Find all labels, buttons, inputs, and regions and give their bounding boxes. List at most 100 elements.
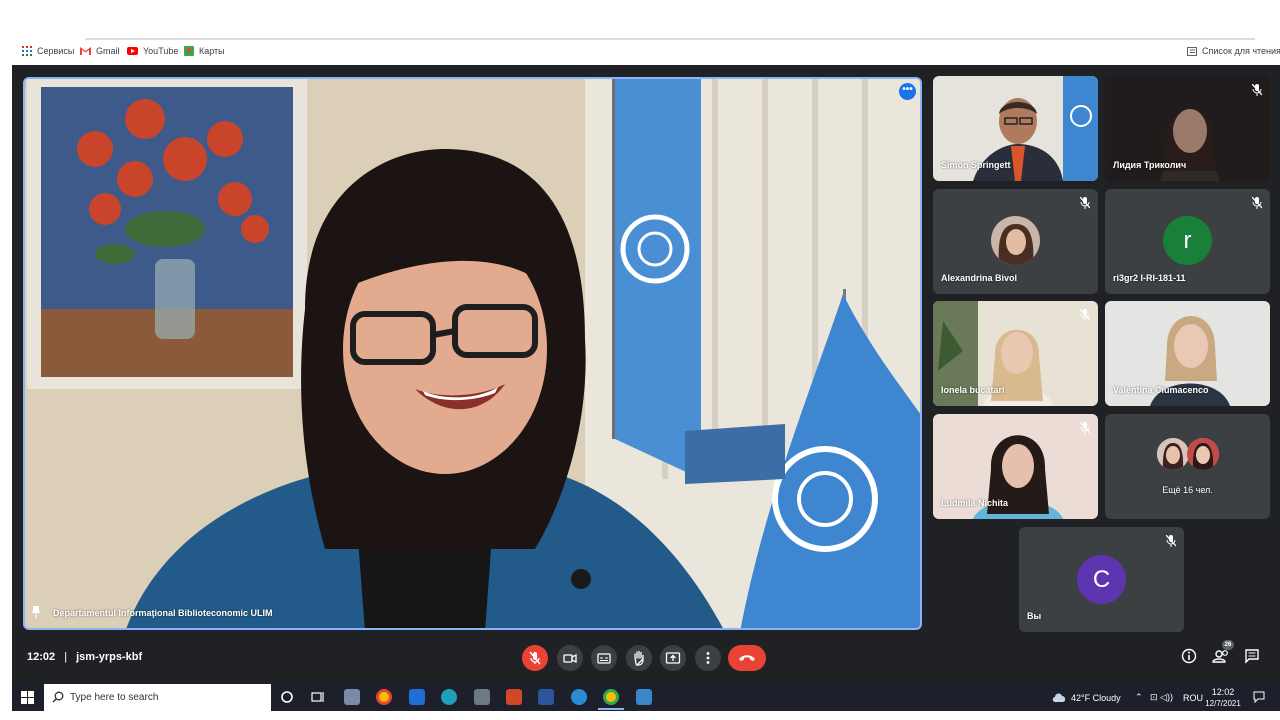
- speaker-video: [25, 79, 920, 628]
- chrome-window-icon[interactable]: [603, 689, 619, 705]
- reading-list-button[interactable]: Список для чтения: [1187, 46, 1280, 56]
- pin-icon: [31, 606, 41, 618]
- clock-time[interactable]: 12:02: [1208, 687, 1238, 697]
- more-options-button[interactable]: •••: [899, 83, 916, 100]
- mic-off-icon: [1166, 535, 1176, 547]
- participant-name: Ludmila Nichita: [941, 498, 1009, 508]
- avatar-letter: C: [1077, 555, 1126, 604]
- reading-list-icon: [1187, 46, 1197, 56]
- participant-tile-valentina-ciumacenco[interactable]: Valentina Ciumacenco: [1105, 301, 1270, 406]
- participant-name: Ionela bucatari: [941, 385, 1005, 395]
- powerpoint-icon[interactable]: [506, 689, 522, 705]
- avatar-photo: [1157, 438, 1189, 470]
- mic-off-icon: [1252, 197, 1262, 209]
- self-tile[interactable]: C Вы: [1019, 527, 1184, 632]
- bookmark-label: Сервисы: [37, 46, 75, 56]
- calendar-app-icon[interactable]: [409, 689, 425, 705]
- mic-off-icon: [1252, 84, 1262, 96]
- clock-date[interactable]: 12/7/2021: [1202, 699, 1244, 708]
- bookmark-label: YouTube: [143, 46, 179, 56]
- search-placeholder: Type here to search: [70, 692, 159, 703]
- address-bar-edge: [85, 38, 1255, 40]
- avatar: [1157, 438, 1189, 470]
- participant-count-badge: 26: [1222, 640, 1234, 650]
- bookmark-services[interactable]: Сервисы: [22, 46, 74, 56]
- network-speaker-icons[interactable]: ⊡ ◁)): [1150, 692, 1173, 703]
- raise-hand-button[interactable]: [626, 645, 652, 671]
- participant-tile-ri3gr2[interactable]: r ri3gr2 I-RI-181-11: [1105, 189, 1270, 294]
- chrome-icon[interactable]: [376, 689, 392, 705]
- avatar-photo: [1187, 438, 1219, 470]
- active-app-indicator: [598, 708, 624, 710]
- participant-name: Вы: [1027, 611, 1042, 621]
- reading-list-label: Список для чтения: [1202, 46, 1280, 56]
- present-screen-button[interactable]: [660, 645, 686, 671]
- show-hidden-icons[interactable]: ⌃: [1135, 692, 1143, 703]
- app-icon-paint[interactable]: [344, 689, 360, 705]
- bookmark-youtube[interactable]: YouTube: [127, 46, 178, 56]
- bookmarks-bar: Сервисы Gmail YouTube Карты Список для ч…: [0, 44, 1280, 64]
- avatar-letter: r: [1163, 216, 1212, 265]
- avatar: [991, 216, 1040, 265]
- calculator-icon[interactable]: [474, 689, 490, 705]
- participant-name: Valentina Ciumacenco: [1113, 385, 1209, 395]
- bookmark-label: Карты: [199, 46, 225, 56]
- windows-start-icon[interactable]: [21, 691, 34, 704]
- search-icon: [52, 691, 64, 703]
- mic-off-icon: [1080, 309, 1090, 321]
- participant-tile-lidiya[interactable]: Лидия Триколич: [1105, 76, 1270, 181]
- input-language[interactable]: ROU: [1183, 693, 1203, 703]
- meeting-time: 12:02: [27, 651, 56, 663]
- participant-name: Simon Springett: [941, 160, 1011, 170]
- separator: |: [64, 651, 68, 663]
- participant-tile-simon-springett[interactable]: Simon Springett: [933, 76, 1098, 181]
- mic-off-icon: [529, 651, 541, 665]
- participant-tile-alexandrina-bivol[interactable]: Alexandrina Bivol: [933, 189, 1098, 294]
- cortana-icon[interactable]: [280, 690, 294, 704]
- maps-icon: [184, 46, 194, 56]
- camera-icon: [563, 653, 577, 664]
- main-speaker-name: Departamentul Informaţional Bibliotecono…: [53, 608, 273, 618]
- task-view-icon[interactable]: [311, 690, 325, 704]
- more-participants-tile[interactable]: Ещё 16 чел.: [1105, 414, 1270, 519]
- participant-name: Лидия Триколич: [1113, 160, 1187, 170]
- more-participants-label: Ещё 16 чел.: [1162, 485, 1213, 495]
- edge-beta-icon[interactable]: [571, 689, 587, 705]
- mic-off-icon: [1080, 422, 1090, 434]
- notifications-icon[interactable]: [1253, 691, 1265, 703]
- weather-cloud-icon: [1052, 693, 1066, 702]
- chat-icon[interactable]: [1244, 648, 1260, 664]
- more-options-button[interactable]: [695, 645, 721, 671]
- bookmark-gmail[interactable]: Gmail: [80, 46, 120, 56]
- participant-tile-ionela-bucatari[interactable]: Ionela bucatari: [933, 301, 1098, 406]
- captions-icon: [597, 653, 611, 664]
- word-icon[interactable]: [538, 689, 554, 705]
- participant-name: ri3gr2 I-RI-181-11: [1113, 273, 1186, 283]
- camera-toggle-button[interactable]: [557, 645, 583, 671]
- meeting-code: jsm-yrps-kbf: [76, 651, 143, 663]
- edge-icon[interactable]: [441, 689, 457, 705]
- present-icon: [665, 652, 681, 664]
- meeting-info-icon[interactable]: [1181, 648, 1197, 664]
- meeting-time-code: 12:02 | jsm-yrps-kbf: [27, 651, 142, 663]
- more-vert-icon: [706, 652, 710, 664]
- captions-button[interactable]: [591, 645, 617, 671]
- main-speaker-tile[interactable]: ••• Departamentul Informaţional Bibliote…: [23, 77, 922, 630]
- bookmark-maps[interactable]: Карты: [184, 46, 225, 56]
- end-call-icon: [739, 655, 755, 661]
- hand-icon: [634, 650, 644, 666]
- bookmark-label: Gmail: [96, 46, 120, 56]
- participant-name: Alexandrina Bivol: [941, 273, 1018, 283]
- participant-tile-ludmila-nichita[interactable]: Ludmila Nichita: [933, 414, 1098, 519]
- youtube-icon: [127, 47, 138, 55]
- screen: Сервисы Gmail YouTube Карты Список для ч…: [0, 0, 1280, 720]
- photos-icon[interactable]: [636, 689, 652, 705]
- weather-text[interactable]: 42°F Cloudy: [1071, 693, 1121, 703]
- participants-icon[interactable]: [1212, 648, 1230, 664]
- leave-call-button[interactable]: [728, 645, 766, 671]
- mic-toggle-button[interactable]: [522, 645, 548, 671]
- mic-off-icon: [1080, 197, 1090, 209]
- avatar-photo: [991, 216, 1040, 265]
- apps-grid-icon: [22, 46, 32, 56]
- gmail-icon: [80, 47, 91, 55]
